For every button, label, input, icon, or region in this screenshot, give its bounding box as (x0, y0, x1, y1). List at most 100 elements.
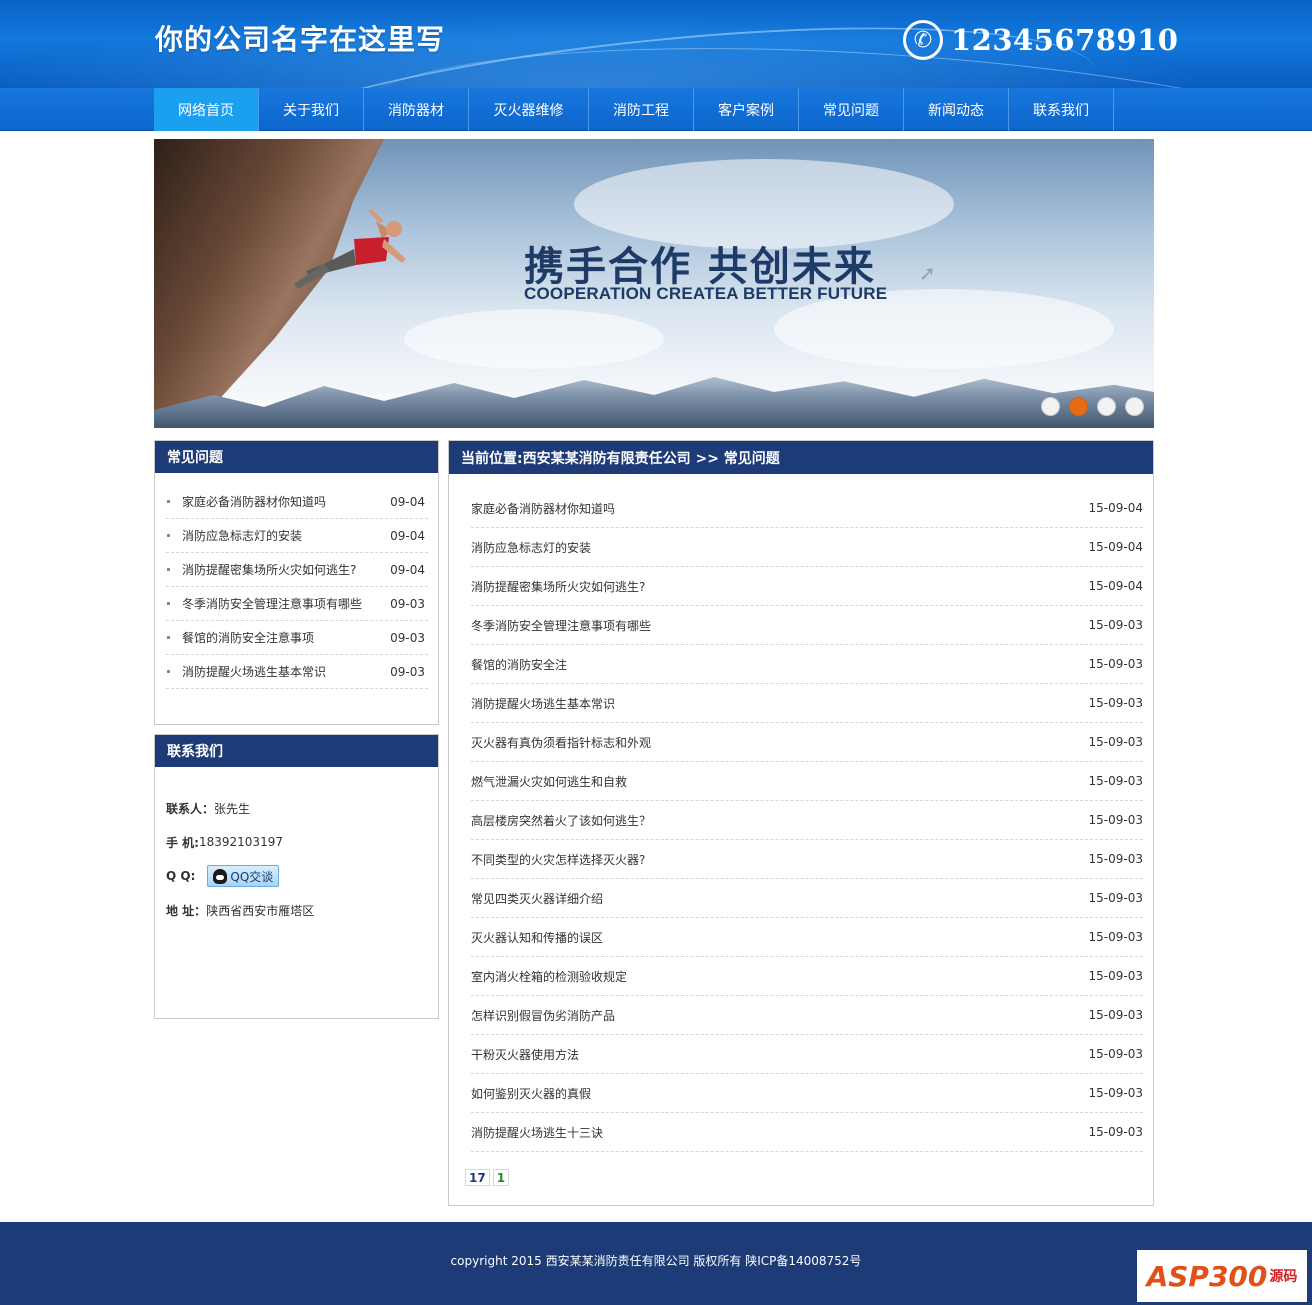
faq-main-item-date: 15-09-03 (1088, 852, 1143, 866)
faq-main-item-date: 15-09-04 (1088, 540, 1143, 554)
contact-title: 联系我们 (155, 735, 438, 767)
hero-banner: 携手合作 共创未来 COOPERATION CREATEA BETTER FUT… (154, 139, 1154, 428)
faq-main-item-title[interactable]: 冬季消防安全管理注意事项有哪些 (471, 617, 651, 634)
faq-main-item-title[interactable]: 常见四类灭火器详细介绍 (471, 890, 603, 907)
nav-item[interactable]: 客户案例 (694, 88, 799, 131)
faq-main-item[interactable]: 消防提醒火场逃生十三诀 15-09-03 (471, 1113, 1143, 1152)
phone-icon: ✆ (903, 20, 943, 60)
faq-main-item-title[interactable]: 燃气泄漏火灾如何逃生和自救 (471, 773, 627, 790)
faq-main-item-date: 15-09-04 (1088, 579, 1143, 593)
faq-main-item-title[interactable]: 家庭必备消防器材你知道吗 (471, 500, 615, 517)
faq-main-item[interactable]: 干粉灭火器使用方法 15-09-03 (471, 1035, 1143, 1074)
faq-sidebar-item-title[interactable]: 消防提醒密集场所火灾如何逃生? (166, 561, 356, 578)
carousel-dot-2[interactable] (1069, 397, 1088, 416)
nav-item[interactable]: 新闻动态 (904, 88, 1009, 131)
faq-main-item[interactable]: 家庭必备消防器材你知道吗 15-09-04 (471, 489, 1143, 528)
qq-chat-button[interactable]: QQ交谈 (207, 865, 280, 887)
faq-main-item-title[interactable]: 消防提醒密集场所火灾如何逃生? (471, 578, 645, 595)
faq-main-panel: 当前位置:西安某某消防有限责任公司 >> 常见问题 家庭必备消防器材你知道吗 15… (448, 440, 1154, 1206)
watermark-sub: 源码 (1269, 1269, 1298, 1285)
nav-item[interactable]: 网络首页 (154, 88, 259, 131)
faq-sidebar-item-title[interactable]: 冬季消防安全管理注意事项有哪些 (166, 595, 362, 612)
faq-main-item[interactable]: 消防提醒密集场所火灾如何逃生? 15-09-04 (471, 567, 1143, 606)
nav-item[interactable]: 消防器材 (364, 88, 469, 131)
site-header: 你的公司名字在这里写 ✆ 12345678910 (0, 0, 1312, 88)
qq-chat-label: QQ交谈 (230, 869, 274, 884)
faq-main-item-title[interactable]: 灭火器有真伪须看指针标志和外观 (471, 734, 651, 751)
faq-sidebar-item-date: 09-03 (390, 596, 425, 611)
contact-qq-label: Q Q: (166, 869, 196, 883)
faq-main-item[interactable]: 灭火器认知和传播的误区 15-09-03 (471, 918, 1143, 957)
faq-sidebar-item[interactable]: 家庭必备消防器材你知道吗 09-04 (166, 485, 428, 519)
faq-sidebar-item-title[interactable]: 餐馆的消防安全注意事项 (166, 629, 314, 646)
faq-main-item-title[interactable]: 干粉灭火器使用方法 (471, 1046, 579, 1063)
banner-mountains (154, 377, 1154, 428)
faq-main-item-date: 15-09-03 (1088, 813, 1143, 827)
faq-main-item-title[interactable]: 高层楼房突然着火了该如何逃生？ (471, 812, 651, 829)
contact-mobile-row: 手 机: 18392103197 (166, 825, 427, 859)
nav-item[interactable]: 灭火器维修 (469, 88, 589, 131)
nav-item[interactable]: 关于我们 (259, 88, 364, 131)
banner-arrows-icon: ➚ (919, 261, 936, 285)
pagination-page-1[interactable]: 1 (492, 1169, 510, 1186)
contact-mobile-label: 手 机: (166, 835, 199, 850)
faq-main-item[interactable]: 消防提醒火场逃生基本常识 15-09-03 (471, 684, 1143, 723)
faq-sidebar-item-title[interactable]: 家庭必备消防器材你知道吗 (166, 493, 326, 510)
carousel-dot-4[interactable] (1125, 397, 1144, 416)
faq-main-item[interactable]: 室内消火栓箱的检测验收规定 15-09-03 (471, 957, 1143, 996)
faq-main-item-date: 15-09-03 (1088, 930, 1143, 944)
faq-main-item-title[interactable]: 不同类型的火灾怎样选择灭火器? (471, 851, 645, 868)
faq-main-item[interactable]: 如何鉴别灭火器的真假 15-09-03 (471, 1074, 1143, 1113)
faq-main-item[interactable]: 高层楼房突然着火了该如何逃生？ 15-09-03 (471, 801, 1143, 840)
contact-address-row: 地 址： 陕西省西安市雁塔区 (166, 893, 427, 927)
faq-main-item[interactable]: 常见四类灭火器详细介绍 15-09-03 (471, 879, 1143, 918)
faq-main-item-title[interactable]: 消防提醒火场逃生基本常识 (471, 695, 615, 712)
company-name: 你的公司名字在这里写 (155, 23, 446, 56)
carousel-dot-3[interactable] (1097, 397, 1116, 416)
faq-main-item[interactable]: 灭火器有真伪须看指针标志和外观 15-09-03 (471, 723, 1143, 762)
faq-sidebar-item-date: 09-03 (390, 664, 425, 679)
faq-main-item[interactable]: 冬季消防安全管理注意事项有哪些 15-09-03 (471, 606, 1143, 645)
faq-main-item-date: 15-09-03 (1088, 735, 1143, 749)
faq-main-item-date: 15-09-03 (1088, 618, 1143, 632)
breadcrumb: 当前位置:西安某某消防有限责任公司 >> 常见问题 (449, 441, 1153, 474)
faq-sidebar-item[interactable]: 消防应急标志灯的安装 09-04 (166, 519, 428, 553)
contact-address-label: 地 址： (166, 903, 207, 918)
faq-sidebar-item-date: 09-04 (390, 528, 425, 543)
nav-item[interactable]: 消防工程 (589, 88, 694, 131)
faq-main-item-title[interactable]: 如何鉴别灭火器的真假 (471, 1085, 591, 1102)
faq-main-item-title[interactable]: 灭火器认知和传播的误区 (471, 929, 603, 946)
faq-main-item[interactable]: 燃气泄漏火灾如何逃生和自救 15-09-03 (471, 762, 1143, 801)
faq-main-item[interactable]: 消防应急标志灯的安装 15-09-04 (471, 528, 1143, 567)
carousel-dots (1041, 397, 1144, 416)
faq-sidebar-panel: 常见问题 家庭必备消防器材你知道吗 09-04 消防应急标志灯的安装 09-04 消防提… (154, 440, 439, 725)
pagination-total: 17 (465, 1169, 490, 1186)
nav-item[interactable]: 联系我们 (1009, 88, 1114, 131)
faq-main-item[interactable]: 不同类型的火灾怎样选择灭火器? 15-09-03 (471, 840, 1143, 879)
faq-main-item-title[interactable]: 餐馆的消防安全注 (471, 656, 567, 673)
faq-main-item[interactable]: 餐馆的消防安全注 15-09-03 (471, 645, 1143, 684)
faq-main-item-date: 15-09-03 (1088, 891, 1143, 905)
faq-main-item-title[interactable]: 室内消火栓箱的检测验收规定 (471, 968, 627, 985)
banner-cloud (404, 309, 664, 369)
phone-number: 12345678910 (951, 23, 1179, 57)
carousel-dot-1[interactable] (1041, 397, 1060, 416)
faq-sidebar-item[interactable]: 消防提醒火场逃生基本常识 09-03 (166, 655, 428, 689)
faq-sidebar-item-title[interactable]: 消防应急标志灯的安装 (166, 527, 302, 544)
faq-main-item[interactable]: 怎样识别假冒伪劣消防产品 15-09-03 (471, 996, 1143, 1035)
watermark-logo: ASP300 源码 (1137, 1250, 1307, 1302)
faq-sidebar-item[interactable]: 冬季消防安全管理注意事项有哪些 09-03 (166, 587, 428, 621)
faq-sidebar-item-date: 09-03 (390, 630, 425, 645)
faq-main-item-title[interactable]: 怎样识别假冒伪劣消防产品 (471, 1007, 615, 1024)
nav-item[interactable]: 常见问题 (799, 88, 904, 131)
faq-main-list: 家庭必备消防器材你知道吗 15-09-04 消防应急标志灯的安装 15-09-04 消防… (449, 474, 1153, 1152)
faq-sidebar-item-title[interactable]: 消防提醒火场逃生基本常识 (166, 663, 326, 680)
faq-sidebar-item[interactable]: 消防提醒密集场所火灾如何逃生? 09-04 (166, 553, 428, 587)
contact-mobile: 18392103197 (198, 835, 283, 849)
faq-main-item-title[interactable]: 消防应急标志灯的安装 (471, 539, 591, 556)
faq-main-item-title[interactable]: 消防提醒火场逃生十三诀 (471, 1124, 603, 1141)
faq-main-item-date: 15-09-04 (1088, 501, 1143, 515)
contact-panel: 联系我们 联系人： 张先生 手 机: 18392103197 Q Q: QQ交谈… (154, 734, 439, 1019)
nav-list: 网络首页 关于我们 消防器材 灭火器维修 消防工程 客户案例 常见问题 新闻动态 联系我们 (154, 88, 1114, 131)
faq-sidebar-item[interactable]: 餐馆的消防安全注意事项 09-03 (166, 621, 428, 655)
